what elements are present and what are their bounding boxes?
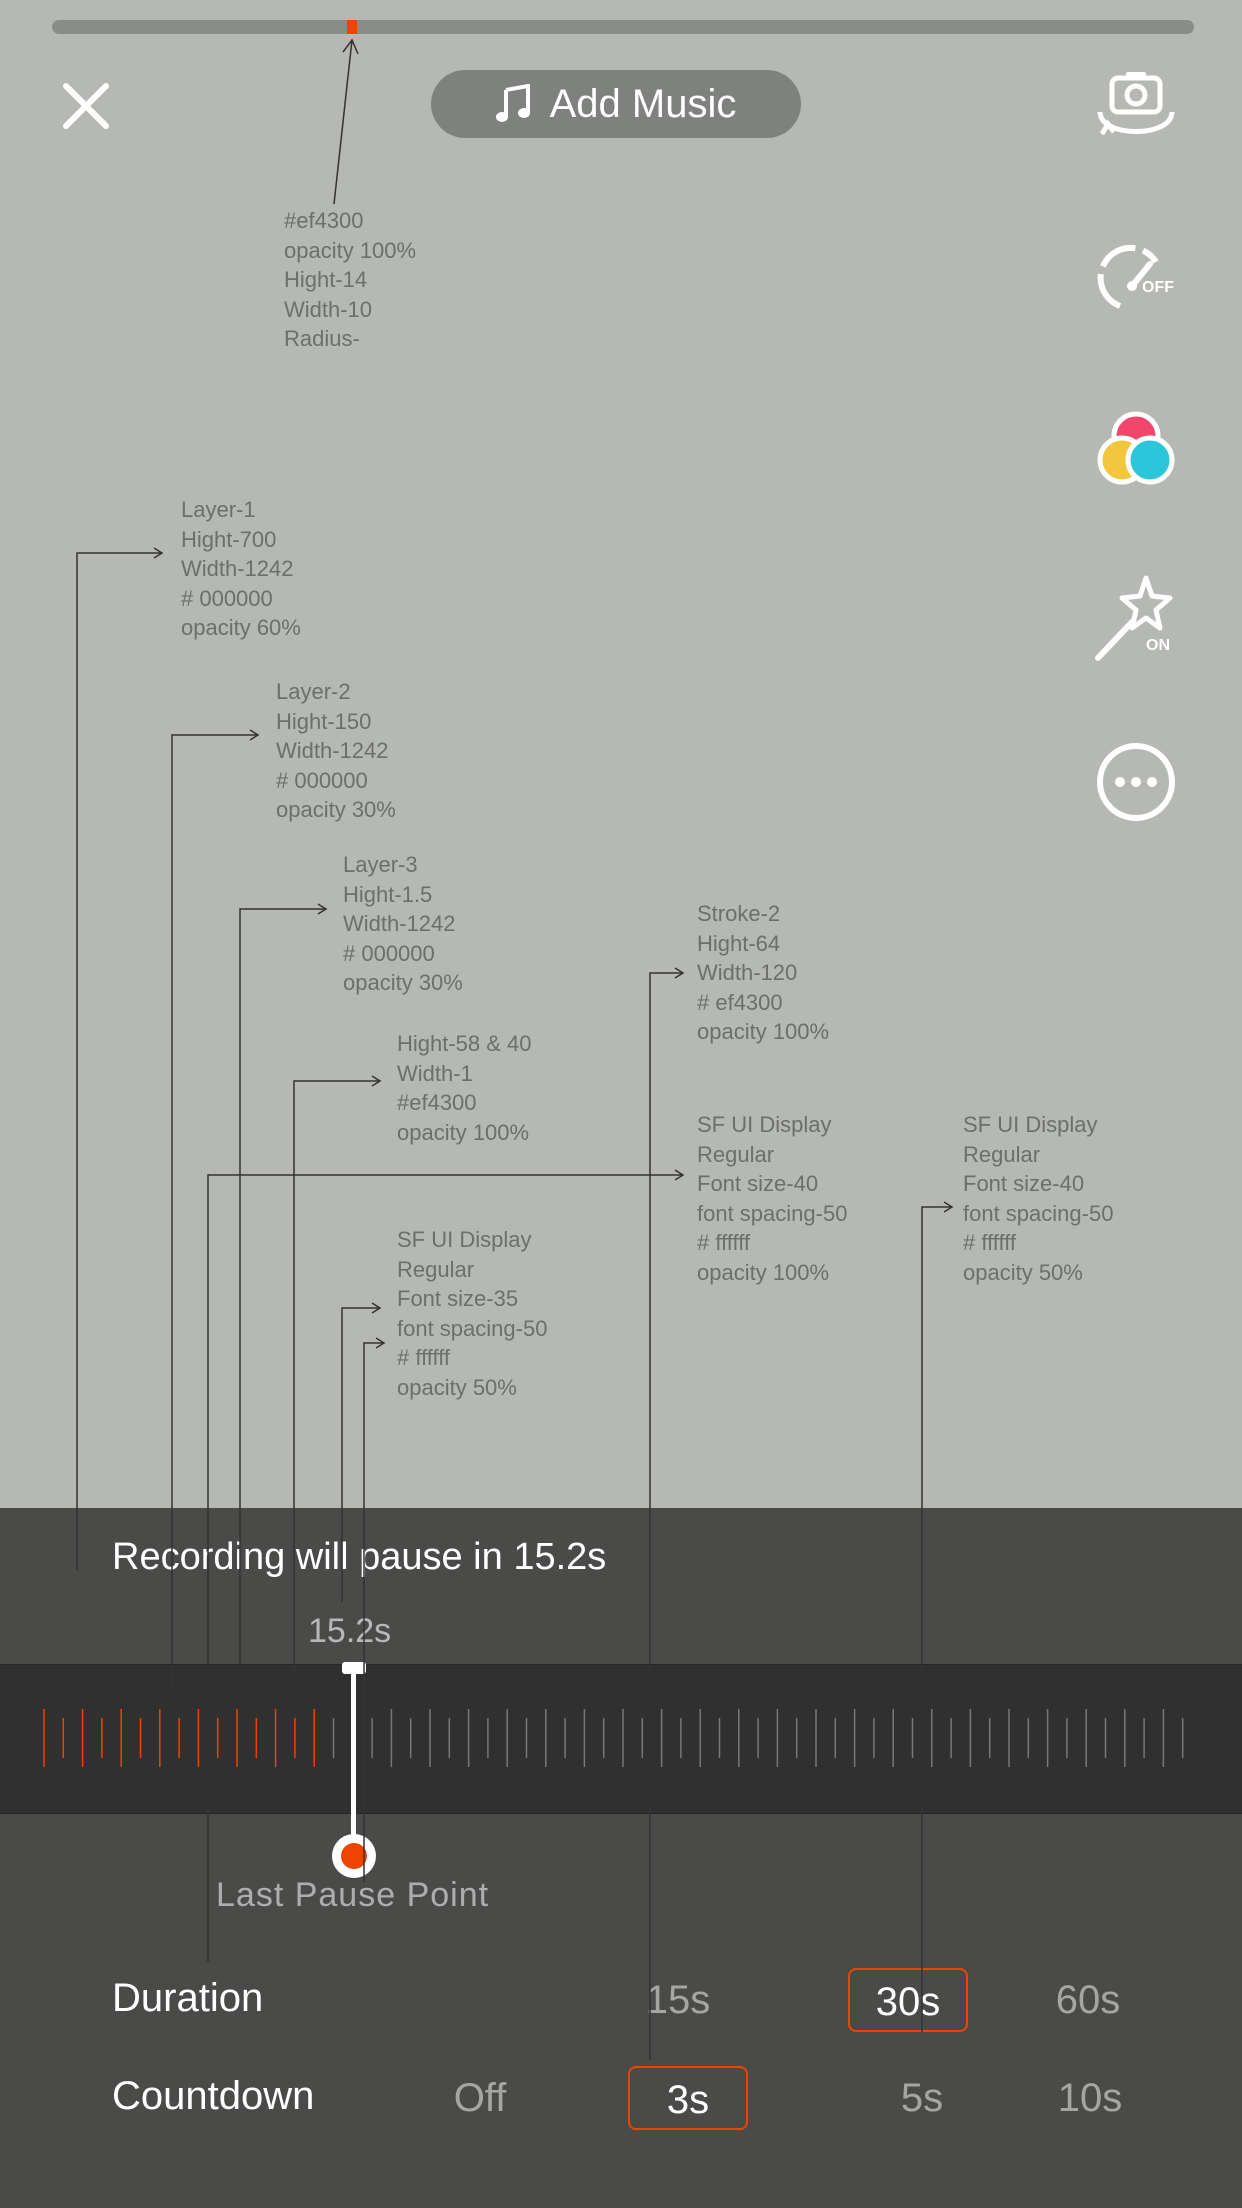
annotation-leader-lines xyxy=(76,38,954,2060)
